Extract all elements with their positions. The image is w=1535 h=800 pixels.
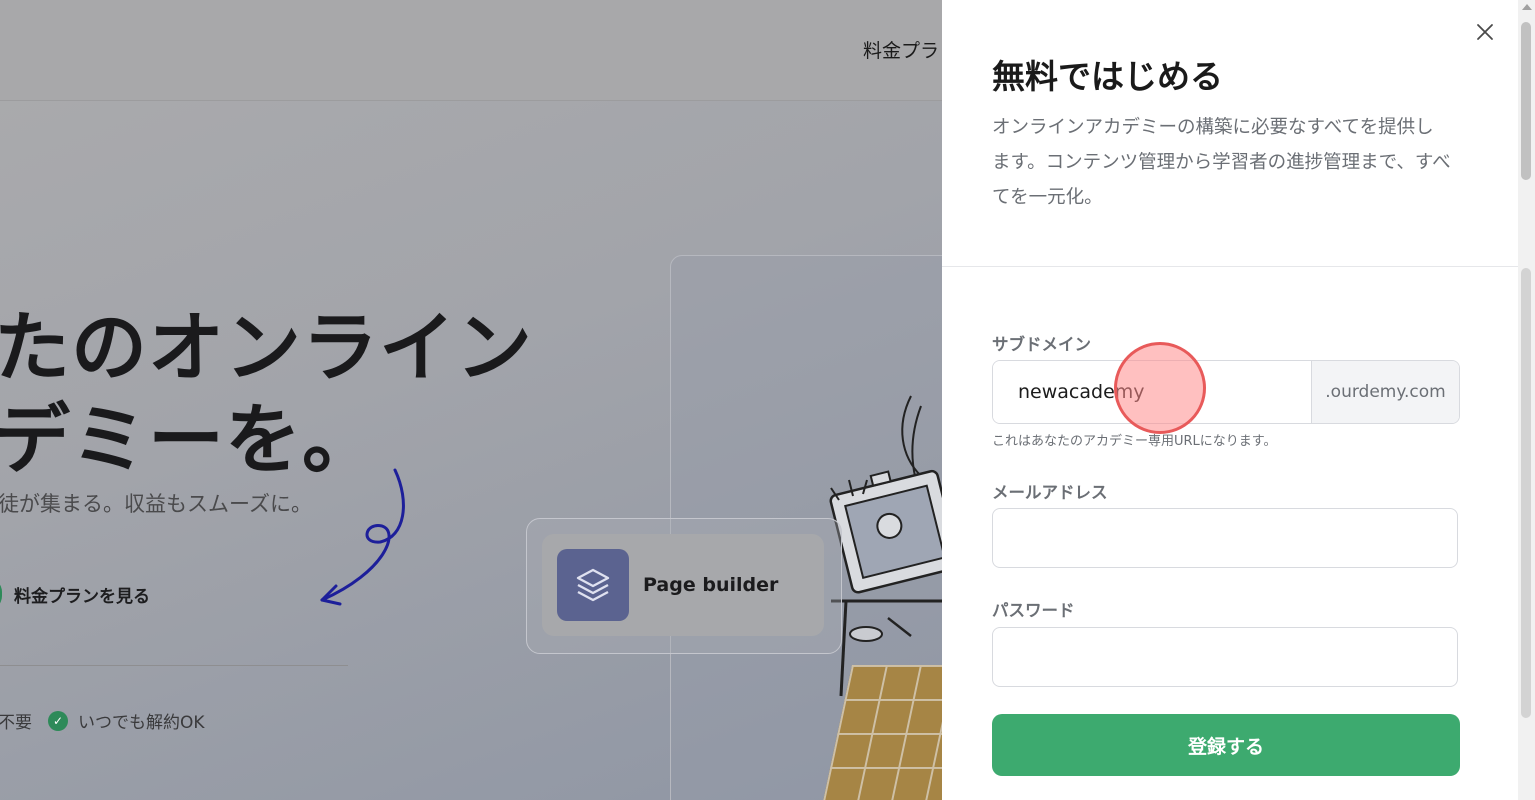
subdomain-hint: これはあなたのアカデミー専用URLになります。	[992, 434, 1277, 449]
panel-scroll-thumb[interactable]	[1521, 268, 1531, 718]
site-header: 料金プラ	[0, 0, 942, 101]
view-pricing-label: 料金プランを見る	[14, 586, 150, 607]
divider	[0, 665, 348, 666]
email-label: メールアドレス	[992, 483, 1108, 502]
arrow-doodle-icon	[320, 468, 405, 606]
panel-description: オンラインアカデミーの構築に必要なすべてを提供します。コンテンツ管理から学習者の…	[992, 117, 1451, 208]
background-page: 料金プラ たのオンライン デミーを。 徒が集まる。収益もスムーズに。 料金プラン…	[0, 0, 942, 800]
page-builder-label: Page builder	[643, 574, 779, 596]
subdomain-label: サブドメイン	[992, 335, 1091, 354]
subdomain-input[interactable]	[993, 361, 1311, 423]
nav-pricing-link[interactable]: 料金プラ	[863, 36, 939, 63]
layers-icon	[557, 549, 629, 621]
view-pricing-button[interactable]: 料金プランを見る	[0, 578, 150, 610]
ring-icon	[0, 578, 2, 610]
page-builder-card: Page builder	[542, 534, 824, 636]
feature-label: いつでも解約OK	[78, 713, 205, 733]
panel-title: 無料ではじめる	[992, 57, 1223, 96]
subdomain-field-group: .ourdemy.com	[992, 360, 1460, 424]
feature-item-cancel: ✓ いつでも解約OK	[48, 708, 205, 733]
hero-subtitle: 徒が集まる。収益もスムーズに。	[0, 492, 312, 516]
password-field[interactable]	[992, 627, 1458, 687]
email-field[interactable]	[992, 508, 1458, 568]
password-label: パスワード	[992, 601, 1075, 620]
panel-divider	[942, 266, 1518, 267]
feature-label: 不要	[0, 713, 32, 733]
close-icon[interactable]	[1471, 18, 1499, 46]
feature-item: 不要	[0, 708, 32, 733]
scroll-up-arrow-icon[interactable]	[1522, 4, 1532, 10]
subdomain-suffix: .ourdemy.com	[1311, 361, 1459, 423]
scroll-thumb[interactable]	[1521, 22, 1531, 180]
page-scrollbar[interactable]	[1518, 0, 1535, 800]
register-button[interactable]: 登録する	[992, 714, 1460, 776]
check-icon: ✓	[48, 710, 68, 731]
